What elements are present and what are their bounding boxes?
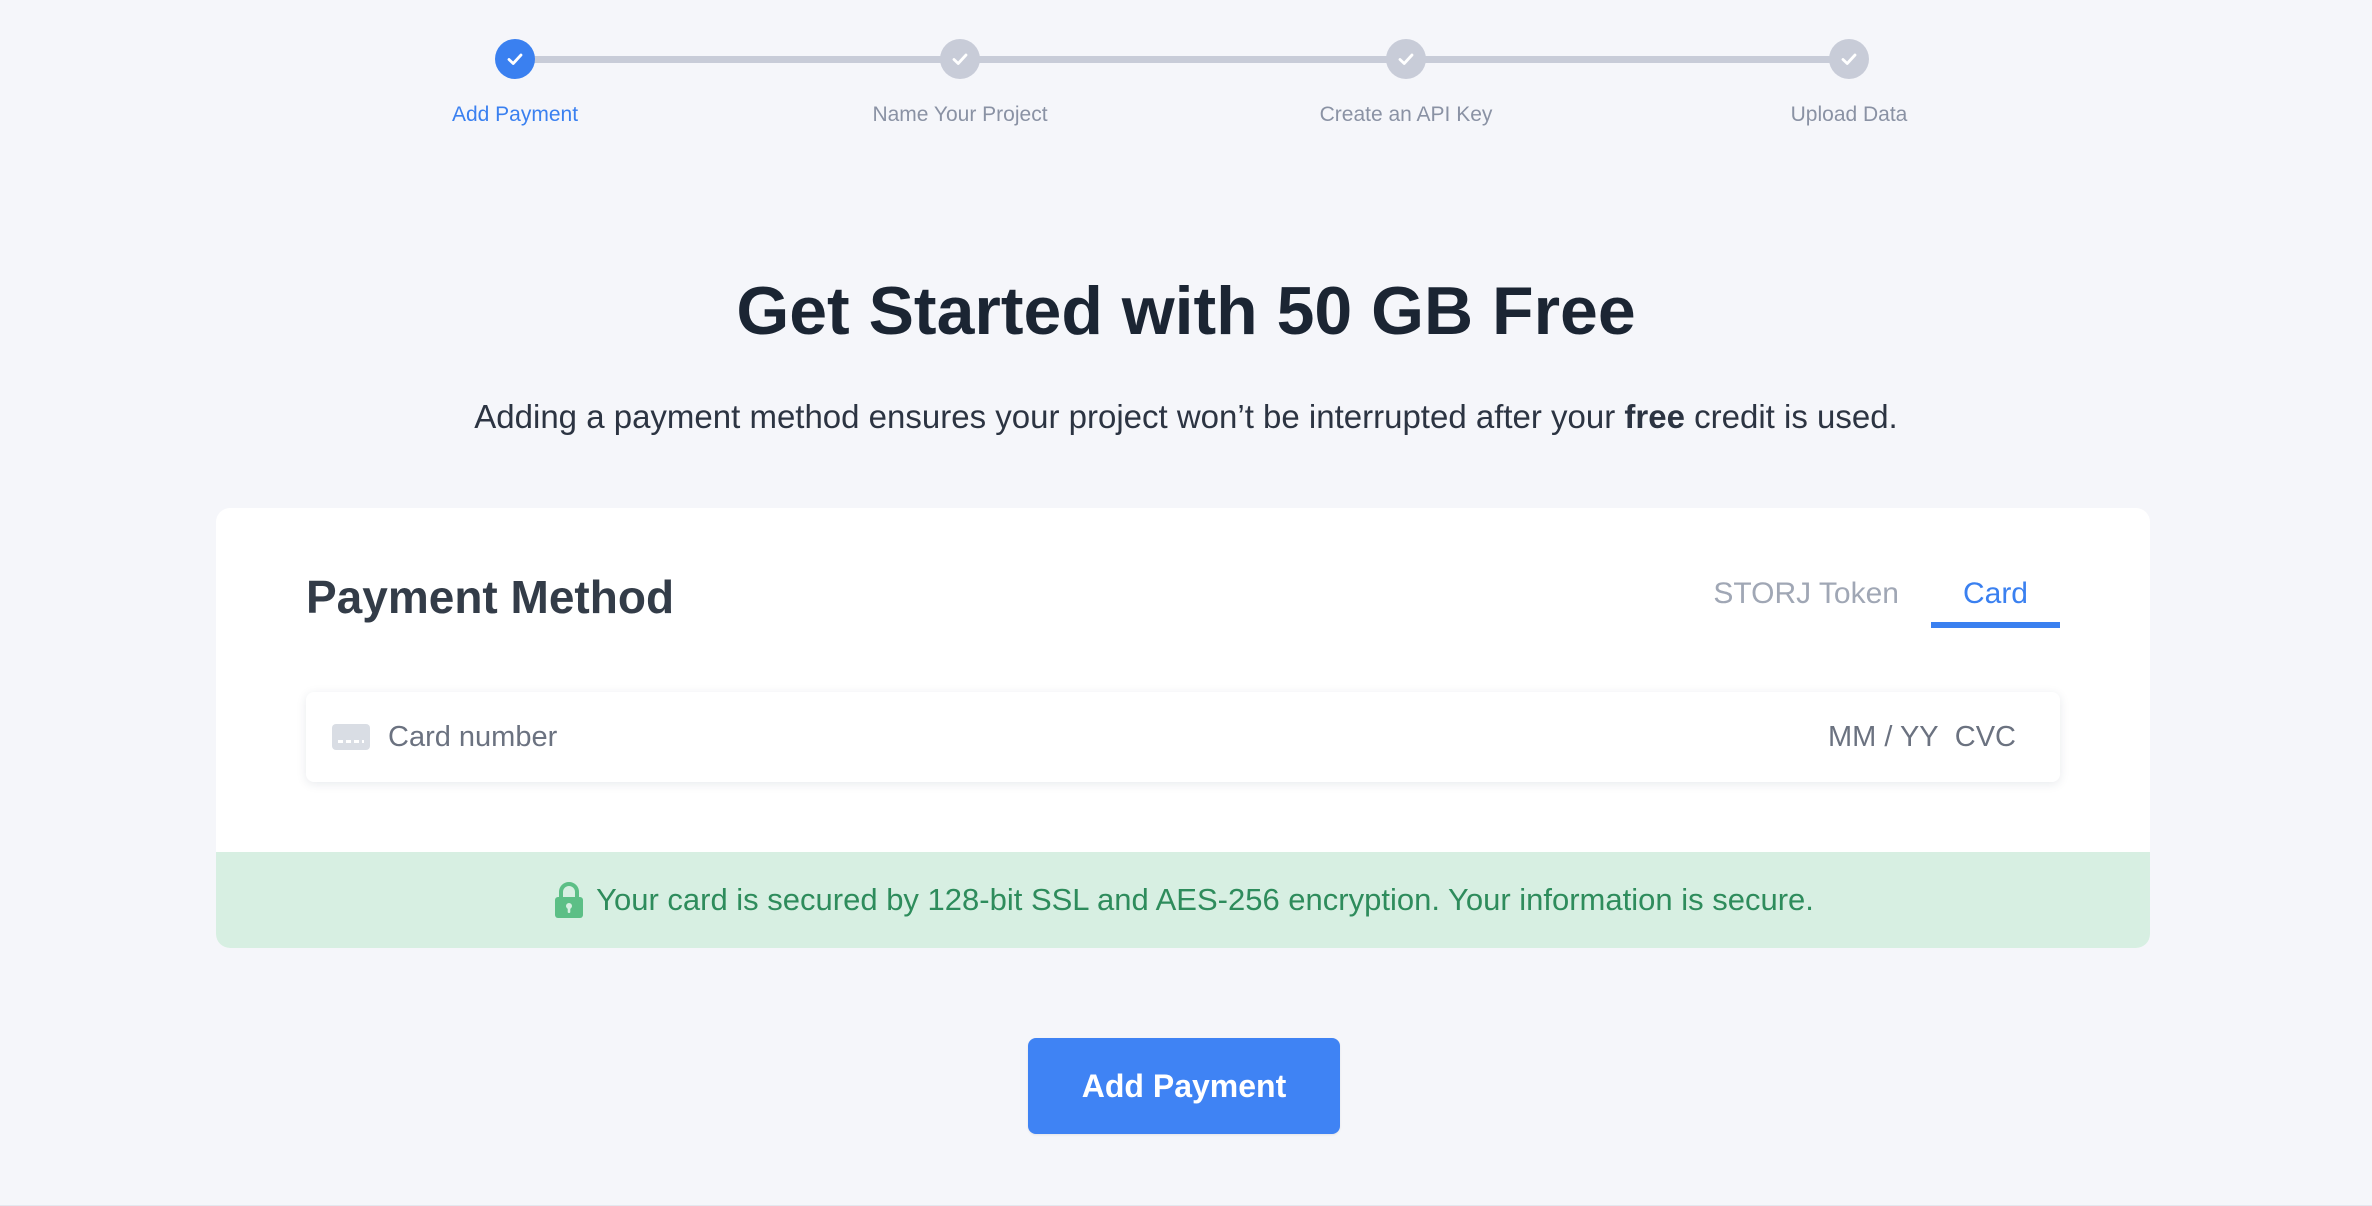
page-subtitle: Adding a payment method ensures your pro… <box>0 395 2372 439</box>
step-upload-data: Upload Data <box>1699 39 1999 127</box>
step-check-icon <box>940 39 980 79</box>
progress-stepper: Add Payment Name Your Project Create an … <box>0 0 2372 140</box>
card-number-field[interactable]: Card number MM / YY CVC <box>306 692 2060 782</box>
step-name-project: Name Your Project <box>810 39 1110 127</box>
security-notice: Your card is secured by 128-bit SSL and … <box>216 852 2150 948</box>
payment-method-card: Payment Method STORJ Token Card Card num… <box>216 508 2150 948</box>
card-spacer <box>1939 721 1955 754</box>
tab-card[interactable]: Card <box>1930 570 2060 628</box>
step-label: Upload Data <box>1790 103 1908 126</box>
step-check-icon <box>1386 39 1426 79</box>
step-add-payment: Add Payment <box>365 39 665 127</box>
step-label: Create an API Key <box>1319 103 1493 126</box>
tab-storj-token[interactable]: STORJ Token <box>1681 570 1931 622</box>
credit-card-icon <box>332 724 370 750</box>
subtitle-emphasis: free <box>1624 398 1685 435</box>
add-payment-button[interactable]: Add Payment <box>1028 1038 1340 1134</box>
step-check-icon <box>495 39 535 79</box>
step-check-icon <box>1829 39 1869 79</box>
progress-track <box>515 56 1849 63</box>
payment-method-title: Payment Method <box>306 571 675 623</box>
subtitle-text-before: Adding a payment method ensures your pro… <box>474 398 1625 435</box>
lock-icon <box>555 882 584 918</box>
step-label: Add Payment <box>451 103 579 126</box>
step-label: Name Your Project <box>872 103 1048 126</box>
security-notice-text: Your card is secured by 128-bit SSL and … <box>596 882 1814 917</box>
payment-method-tabs: STORJ Token Card <box>1681 570 2060 628</box>
subtitle-text-after: credit is used. <box>1684 398 1898 435</box>
card-number-placeholder[interactable]: Card number <box>388 721 1828 754</box>
page-title: Get Started with 50 GB Free <box>736 273 1636 349</box>
step-create-api-key: Create an API Key <box>1256 39 1556 127</box>
card-expiry-placeholder[interactable]: MM / YY <box>1828 721 1939 754</box>
card-cvc-placeholder[interactable]: CVC <box>1955 721 2016 754</box>
